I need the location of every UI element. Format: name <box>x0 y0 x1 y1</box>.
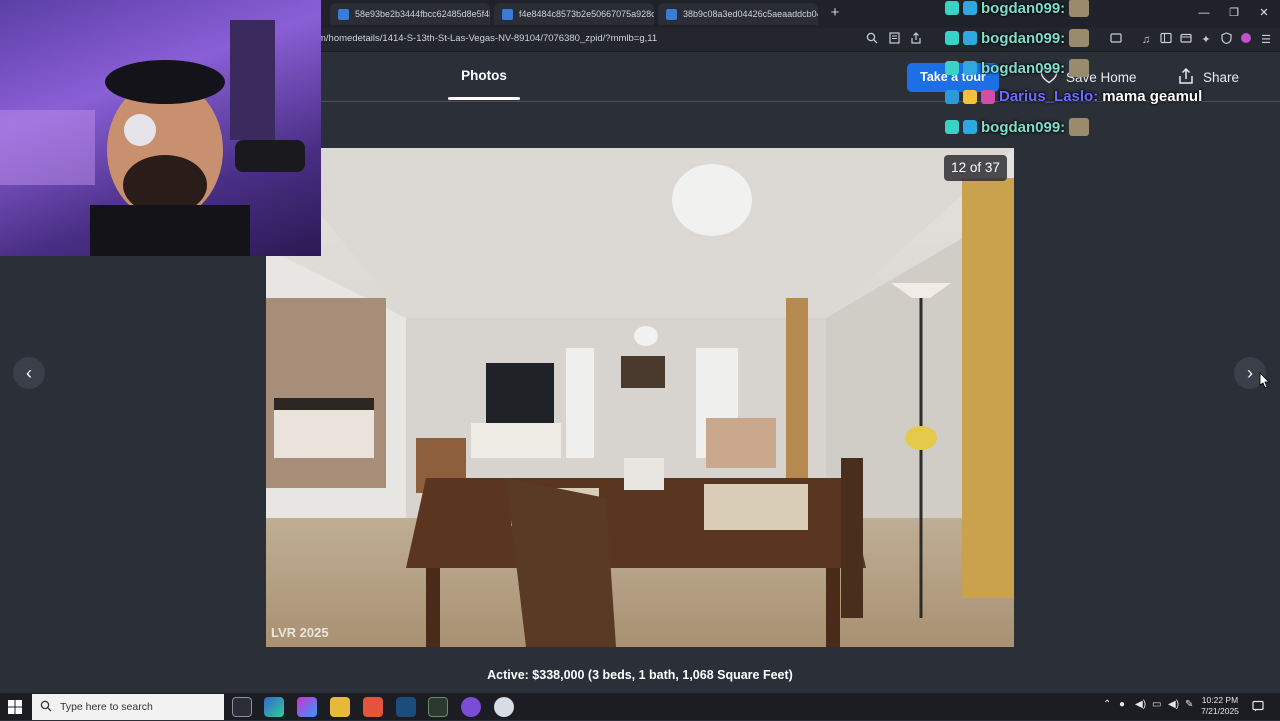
chat-badge-icon <box>945 1 959 15</box>
mouse-cursor-icon <box>1258 372 1270 395</box>
chat-badge-icon <box>981 89 995 104</box>
tab-favicon-icon <box>502 8 513 20</box>
zoom-icon[interactable] <box>864 32 880 48</box>
copilot-icon[interactable] <box>297 697 317 717</box>
streamer-webcam <box>0 0 321 256</box>
chat-username: bogdan099: <box>981 29 1066 47</box>
taskbar-search-input[interactable]: Type here to search <box>32 694 224 720</box>
chevron-up-icon[interactable]: ⌃ <box>1103 699 1111 710</box>
chat-username: bogdan099: <box>981 0 1066 17</box>
chevron-left-icon: ‹ <box>26 363 32 383</box>
tab-label: 58e93be2b3444fbcc62485d8e5f4b6e <box>355 9 490 19</box>
tab-photos[interactable]: Photos <box>448 68 520 83</box>
chat-message: bogdan099: <box>945 29 1280 47</box>
new-tab-button[interactable]: + <box>826 4 844 22</box>
app-icon[interactable] <box>428 697 448 717</box>
pen-icon[interactable]: ✎ <box>1185 699 1193 710</box>
chat-username: Darius_Laslo: <box>999 88 1099 105</box>
tab-label: 38b9c08a3ed04426c5aeaaddcb0473 <box>683 9 818 19</box>
volume-icon[interactable]: ◀) <box>1135 699 1146 710</box>
browser-tab[interactable]: f4e8484c8573b2e50667075a928c6f2 <box>494 3 654 25</box>
chat-message: Darius_Laslo: mama geamul <box>945 88 1280 105</box>
browser-tab[interactable]: 58e93be2b3444fbcc62485d8e5f4b6e <box>330 3 490 25</box>
chat-emote-icon <box>1069 29 1090 47</box>
file-explorer-icon[interactable] <box>330 697 350 717</box>
listing-photo <box>266 148 1014 647</box>
chat-message: bogdan099: <box>945 59 1280 77</box>
listing-caption: Active: $338,000 (3 beds, 1 bath, 1,068 … <box>487 668 793 682</box>
chat-badge-icon <box>963 120 977 134</box>
photo-watermark: LVR 2025 <box>271 625 329 640</box>
app-icon[interactable] <box>264 697 284 717</box>
active-tab-indicator <box>448 97 520 100</box>
chat-badge-icon <box>963 31 977 45</box>
chat-badge-icon <box>945 120 959 134</box>
chat-emote-icon <box>1069 0 1090 17</box>
tab-label: f4e8484c8573b2e50667075a928c6f2 <box>519 9 654 19</box>
tab-favicon-icon <box>666 8 677 20</box>
speaker-icon[interactable]: ◀) <box>1168 699 1179 710</box>
url-field[interactable]: m/homedetails/1414-S-13th-St-Las-Vegas-N… <box>318 33 657 44</box>
clock-date: 7/21/2025 <box>1201 706 1239 716</box>
search-icon <box>40 700 52 715</box>
chat-username: bogdan099: <box>981 118 1066 136</box>
task-view-icon[interactable] <box>232 697 252 717</box>
chevron-right-icon: › <box>1247 363 1253 383</box>
photo-counter: 12 of 37 <box>944 155 1007 181</box>
chat-message: bogdan099: <box>945 0 1280 17</box>
browser-tab[interactable]: 38b9c08a3ed04426c5aeaaddcb0473 <box>658 3 818 25</box>
windows-start-icon[interactable] <box>6 698 24 716</box>
reader-icon[interactable] <box>886 32 902 48</box>
chat-username: bogdan099: <box>981 59 1066 77</box>
chat-message: bogdan099: <box>945 118 1280 136</box>
taskbar-clock[interactable]: 10:22 PM 7/21/2025 <box>1196 695 1244 717</box>
steam-icon[interactable] <box>396 697 416 717</box>
app-icon[interactable] <box>494 697 514 717</box>
chat-message-text: mama geamul <box>1102 88 1203 105</box>
chat-emote-icon <box>1069 118 1090 136</box>
chat-badge-icon <box>945 31 959 45</box>
chat-badge-icon <box>963 61 977 75</box>
chat-badge-icon <box>945 61 959 75</box>
notification-icon[interactable] <box>1252 700 1264 715</box>
brave-browser-icon[interactable] <box>363 697 383 717</box>
clock-time: 10:22 PM <box>1201 695 1239 705</box>
chat-badge-icon <box>963 1 977 15</box>
search-placeholder: Type here to search <box>60 701 153 713</box>
chat-badge-icon <box>945 89 959 104</box>
crown-badge-icon <box>963 89 977 104</box>
previous-photo-button[interactable]: ‹ <box>13 357 45 389</box>
discord-icon[interactable] <box>461 697 481 717</box>
tab-favicon-icon <box>338 8 349 20</box>
chat-emote-icon <box>1069 59 1090 77</box>
network-icon[interactable]: ▭ <box>1152 699 1161 710</box>
microphone-icon[interactable]: ● <box>1119 699 1125 710</box>
share-page-icon[interactable] <box>908 32 924 48</box>
